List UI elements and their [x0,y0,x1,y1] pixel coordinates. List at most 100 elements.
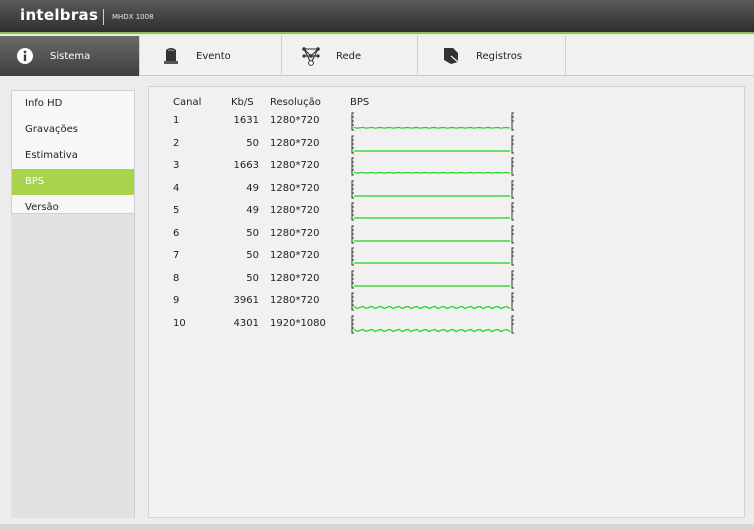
graph-right-bracket [511,135,514,153]
canal-cell: 6 [173,227,180,239]
brand-bar: intelbras MHDX 1008 [0,0,754,34]
header-canal: Canal [173,97,202,108]
sidebar-item-estimativa[interactable]: Estimativa [12,143,134,169]
sidebar-menu: Info HD Gravações Estimativa BPS Versão [11,90,135,214]
sidebar-background [11,214,135,518]
kbs-cell: 49 [246,205,259,216]
device-model: MHDX 1008 [112,13,154,21]
kbs-cell: 50 [246,137,259,149]
canal-cell: 9 [173,295,180,306]
alarm-icon [160,45,182,67]
sidebar-item-gravacoes[interactable]: Gravações [12,117,134,143]
graph-right-bracket [511,225,514,243]
graph-left-bracket [351,225,354,243]
sidebar-item-bps[interactable]: BPS [12,169,134,195]
graph-right-bracket [511,157,514,176]
graph-left-bracket [351,135,354,153]
resolucao-cell: 1280*720 [270,205,320,216]
header-bps: BPS [350,97,370,108]
resolucao-cell: 1280*720 [270,115,320,126]
kbs-cell: 50 [246,272,259,284]
table-row: 10 4301 1920*1080 [149,313,549,335]
kbs-cell: 1663 [233,160,259,171]
bps-signal-line [353,305,511,310]
bps-graph [351,315,514,333]
graph-left-bracket [351,202,354,221]
resolucao-cell: 1280*720 [270,182,320,194]
canal-cell: 8 [173,272,180,284]
bps-graph [351,157,514,176]
canal-cell: 4 [173,182,180,194]
graph-left-bracket [351,180,354,198]
graph-right-bracket [511,202,514,221]
graph-right-bracket [511,247,514,266]
resolucao-cell: 1280*720 [270,250,320,261]
resolucao-cell: 1280*720 [270,227,320,239]
graph-right-bracket [511,270,514,288]
graph-left-bracket [351,112,354,131]
brand-logo: intelbras [20,6,99,24]
bps-signal-line [353,171,511,174]
kbs-cell: 1631 [233,115,259,126]
kbs-cell: 4301 [233,317,259,329]
bps-graph [351,202,514,221]
graph-left-bracket [351,157,354,176]
bps-signal-line [353,126,511,129]
graph-right-bracket [511,315,514,333]
canal-cell: 3 [173,160,180,171]
header-kbs: Kb/S [231,97,254,108]
bps-graph [351,292,514,311]
records-icon [440,45,462,67]
bps-graph [351,270,514,288]
resolucao-cell: 1920*1080 [270,317,326,329]
table-row: 5 49 1280*720 [149,200,549,222]
canal-cell: 1 [173,115,180,126]
brand-separator [103,9,104,25]
canal-cell: 5 [173,205,180,216]
table-row: 2 50 1280*720 [149,133,549,155]
graph-left-bracket [351,247,354,266]
tab-evento[interactable]: Evento [140,36,282,76]
tab-evento-label: Evento [196,50,231,62]
bps-graph [351,247,514,266]
info-icon [14,45,36,67]
bps-graph [351,135,514,153]
graph-left-bracket [351,270,354,288]
tab-sistema-label: Sistema [50,50,91,62]
sidebar-item-info-hd[interactable]: Info HD [12,91,134,117]
tab-sistema[interactable]: Sistema [0,36,140,76]
table-row: 7 50 1280*720 [149,245,549,267]
resolucao-cell: 1280*720 [270,295,320,306]
kbs-cell: 49 [246,182,259,194]
tab-rede[interactable]: Rede [282,36,418,76]
main-menu-tabs: Sistema Evento Rede Registros [0,36,754,76]
resolucao-cell: 1280*720 [270,272,320,284]
bps-graph [351,180,514,198]
table-row: 1 1631 1280*720 [149,110,549,132]
canal-cell: 7 [173,250,180,261]
graph-right-bracket [511,112,514,131]
bps-graph [351,112,514,131]
canal-cell: 10 [173,317,186,329]
table-row: 8 50 1280*720 [149,268,549,290]
table-row: 3 1663 1280*720 [149,155,549,177]
kbs-cell: 50 [246,250,259,261]
bottom-edge [0,524,754,530]
graph-left-bracket [351,292,354,311]
tab-registros-label: Registros [476,50,523,62]
graph-right-bracket [511,292,514,311]
kbs-cell: 3961 [233,295,259,306]
header-resolucao: Resolução [270,97,321,108]
kbs-cell: 50 [246,227,259,239]
bps-panel: Canal Kb/S Resolução BPS 1 1631 1280*720 2 5… [148,86,745,518]
resolucao-cell: 1280*720 [270,137,320,149]
table-row: 6 50 1280*720 [149,223,549,245]
table-row: 9 3961 1280*720 [149,290,549,312]
table-row: 4 49 1280*720 [149,178,549,200]
tab-rede-label: Rede [336,50,362,62]
network-icon [300,45,322,67]
canal-cell: 2 [173,137,180,149]
bps-graph [351,225,514,243]
tab-registros[interactable]: Registros [418,36,566,76]
bps-signal-line [353,328,511,332]
